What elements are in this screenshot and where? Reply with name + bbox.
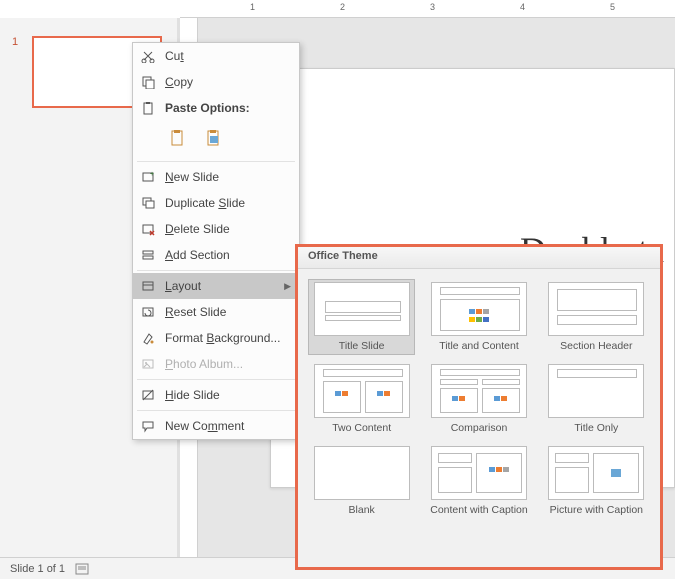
layout-preview [548,446,644,500]
menu-separator [137,270,295,271]
layout-preview [314,364,410,418]
ruler-tick: 1 [250,2,255,12]
layout-label: Section Header [560,340,632,352]
menu-separator [137,161,295,162]
menu-format-background[interactable]: Format Background... [133,325,299,351]
menu-add-section[interactable]: Add Section [133,242,299,268]
new-slide-icon: + [139,168,157,186]
submenu-arrow-icon: ▶ [284,281,291,292]
menu-label: Format Background... [165,331,291,345]
layout-preview [431,364,527,418]
layout-preview [314,282,410,336]
ruler-tick: 5 [610,2,615,12]
menu-photo-album: Photo Album... [133,351,299,377]
layout-preview [548,364,644,418]
menu-label: Cut [165,49,291,63]
menu-label: Copy [165,75,291,89]
menu-label: Photo Album... [165,357,291,371]
menu-label: Reset Slide [165,305,291,319]
layout-label: Title Only [574,422,618,434]
ruler-tick: 4 [520,2,525,12]
menu-label: Add Section [165,248,291,262]
layout-grid: Title Slide Title and Content Section He… [298,269,660,527]
layout-preview [548,282,644,336]
menu-copy[interactable]: Copy [133,69,299,95]
menu-separator [137,379,295,380]
layout-option-title-slide[interactable]: Title Slide [308,279,415,355]
menu-label: Hide Slide [165,388,291,402]
reset-slide-icon [139,303,157,321]
layout-preview [314,446,410,500]
duplicate-slide-icon [139,194,157,212]
paste-picture[interactable] [201,125,227,151]
menu-label: Delete Slide [165,222,291,236]
menu-layout[interactable]: Layout ▶ [133,273,299,299]
menu-hide-slide[interactable]: Hide Slide [133,382,299,408]
menu-reset-slide[interactable]: Reset Slide [133,299,299,325]
photo-album-icon [139,355,157,373]
layout-preview [431,446,527,500]
delete-slide-icon [139,220,157,238]
paste-icon [139,99,157,117]
ruler-tick: 3 [430,2,435,12]
layout-option-section-header[interactable]: Section Header [543,279,650,355]
layout-label: Blank [349,504,375,516]
menu-separator [137,410,295,411]
paste-options-row [133,121,299,159]
menu-label: New Comment [165,419,291,433]
cut-icon [139,47,157,65]
slide-count-label: Slide 1 of 1 [10,563,65,575]
layout-label: Content with Caption [430,504,527,516]
layout-theme-heading: Office Theme [298,247,660,269]
ruler-tick: 2 [340,2,345,12]
layout-option-title-and-content[interactable]: Title and Content [425,279,532,355]
layout-option-comparison[interactable]: Comparison [425,361,532,437]
layout-option-content-with-caption[interactable]: Content with Caption [425,443,532,519]
layout-label: Picture with Caption [550,504,643,516]
menu-label: Paste Options: [165,101,291,115]
menu-new-slide[interactable]: + New Slide [133,164,299,190]
layout-label: Comparison [451,422,508,434]
paste-use-destination-theme[interactable] [165,125,191,151]
layout-label: Title and Content [439,340,519,352]
hide-slide-icon [139,386,157,404]
menu-duplicate-slide[interactable]: Duplicate Slide [133,190,299,216]
layout-preview [431,282,527,336]
add-section-icon [139,246,157,264]
menu-new-comment[interactable]: New Comment [133,413,299,439]
ruler-horizontal: 1 2 3 4 5 [180,0,675,18]
layout-label: Title Slide [339,340,385,352]
menu-cut[interactable]: Cut [133,43,299,69]
menu-label: Layout [165,279,284,293]
slide-number: 1 [12,36,18,48]
new-comment-icon [139,417,157,435]
menu-label: New Slide [165,170,291,184]
menu-label: Duplicate Slide [165,196,291,210]
layout-icon [139,277,157,295]
layout-submenu: Office Theme Title Slide Title and Conte… [295,244,663,570]
layout-option-picture-with-caption[interactable]: Picture with Caption [543,443,650,519]
svg-text:+: + [150,171,154,178]
menu-paste-options-header: Paste Options: [133,95,299,121]
menu-delete-slide[interactable]: Delete Slide [133,216,299,242]
context-menu: Cut Copy Paste Options: + New Slide Dupl… [132,42,300,440]
format-background-icon [139,329,157,347]
layout-option-title-only[interactable]: Title Only [543,361,650,437]
layout-option-blank[interactable]: Blank [308,443,415,519]
layout-option-two-content[interactable]: Two Content [308,361,415,437]
notes-icon[interactable] [75,563,89,575]
layout-label: Two Content [332,422,391,434]
copy-icon [139,73,157,91]
